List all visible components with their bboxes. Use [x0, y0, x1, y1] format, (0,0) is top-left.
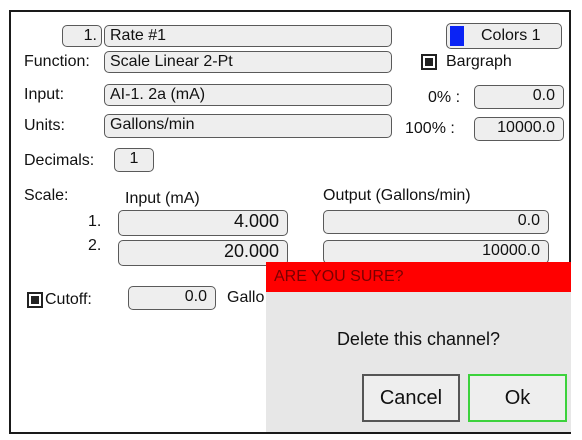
scale-row-2-output[interactable]: 10000.0	[323, 240, 549, 264]
cutoff-label: Cutoff:	[45, 291, 92, 308]
units-field[interactable]: Gallons/min	[104, 114, 392, 138]
bargraph-checkbox[interactable]	[421, 54, 437, 70]
function-dropdown[interactable]: Scale Linear 2-Pt	[104, 51, 392, 73]
units-label: Units:	[24, 117, 65, 134]
input-label: Input:	[24, 86, 65, 103]
decimals-field[interactable]: 1	[114, 148, 154, 172]
scale-row-1-output[interactable]: 0.0	[323, 210, 549, 234]
cutoff-units: Gallo	[227, 289, 265, 306]
bargraph-label: Bargraph	[446, 53, 512, 70]
scale-row-1-index: 1.	[88, 213, 102, 230]
input-dropdown[interactable]: AI-1. 2a (mA)	[104, 84, 392, 106]
colors-button-label: Colors 1	[481, 27, 541, 44]
scale-output-header: Output (Gallons/min)	[323, 187, 471, 204]
cutoff-field[interactable]: 0.0	[128, 286, 216, 310]
scale-row-2-input[interactable]: 20.000	[118, 240, 288, 266]
color-swatch	[450, 26, 464, 46]
dialog-title: ARE YOU SURE?	[266, 262, 571, 292]
function-label: Function:	[24, 53, 90, 70]
decimals-label: Decimals:	[24, 152, 95, 169]
confirm-dialog: ARE YOU SURE? Delete this channel? Cance…	[266, 262, 571, 432]
bargraph-zero-label: 0% :	[428, 89, 461, 106]
bargraph-full-field[interactable]: 10000.0	[474, 117, 564, 141]
cutoff-checkbox[interactable]	[27, 292, 43, 308]
channel-number-field[interactable]: 1.	[62, 25, 102, 47]
scale-input-header: Input (mA)	[125, 190, 200, 207]
bargraph-zero-field[interactable]: 0.0	[474, 85, 564, 109]
scale-row-2-index: 2.	[88, 237, 102, 254]
colors-button[interactable]: Colors 1	[446, 23, 562, 49]
dialog-message: Delete this channel?	[336, 329, 501, 349]
channel-name-field[interactable]: Rate #1	[104, 25, 392, 47]
bargraph-full-label: 100% :	[405, 120, 455, 137]
ok-button[interactable]: Ok	[468, 374, 567, 422]
cancel-button[interactable]: Cancel	[362, 374, 460, 422]
scale-label: Scale:	[24, 187, 69, 204]
scale-row-1-input[interactable]: 4.000	[118, 210, 288, 236]
